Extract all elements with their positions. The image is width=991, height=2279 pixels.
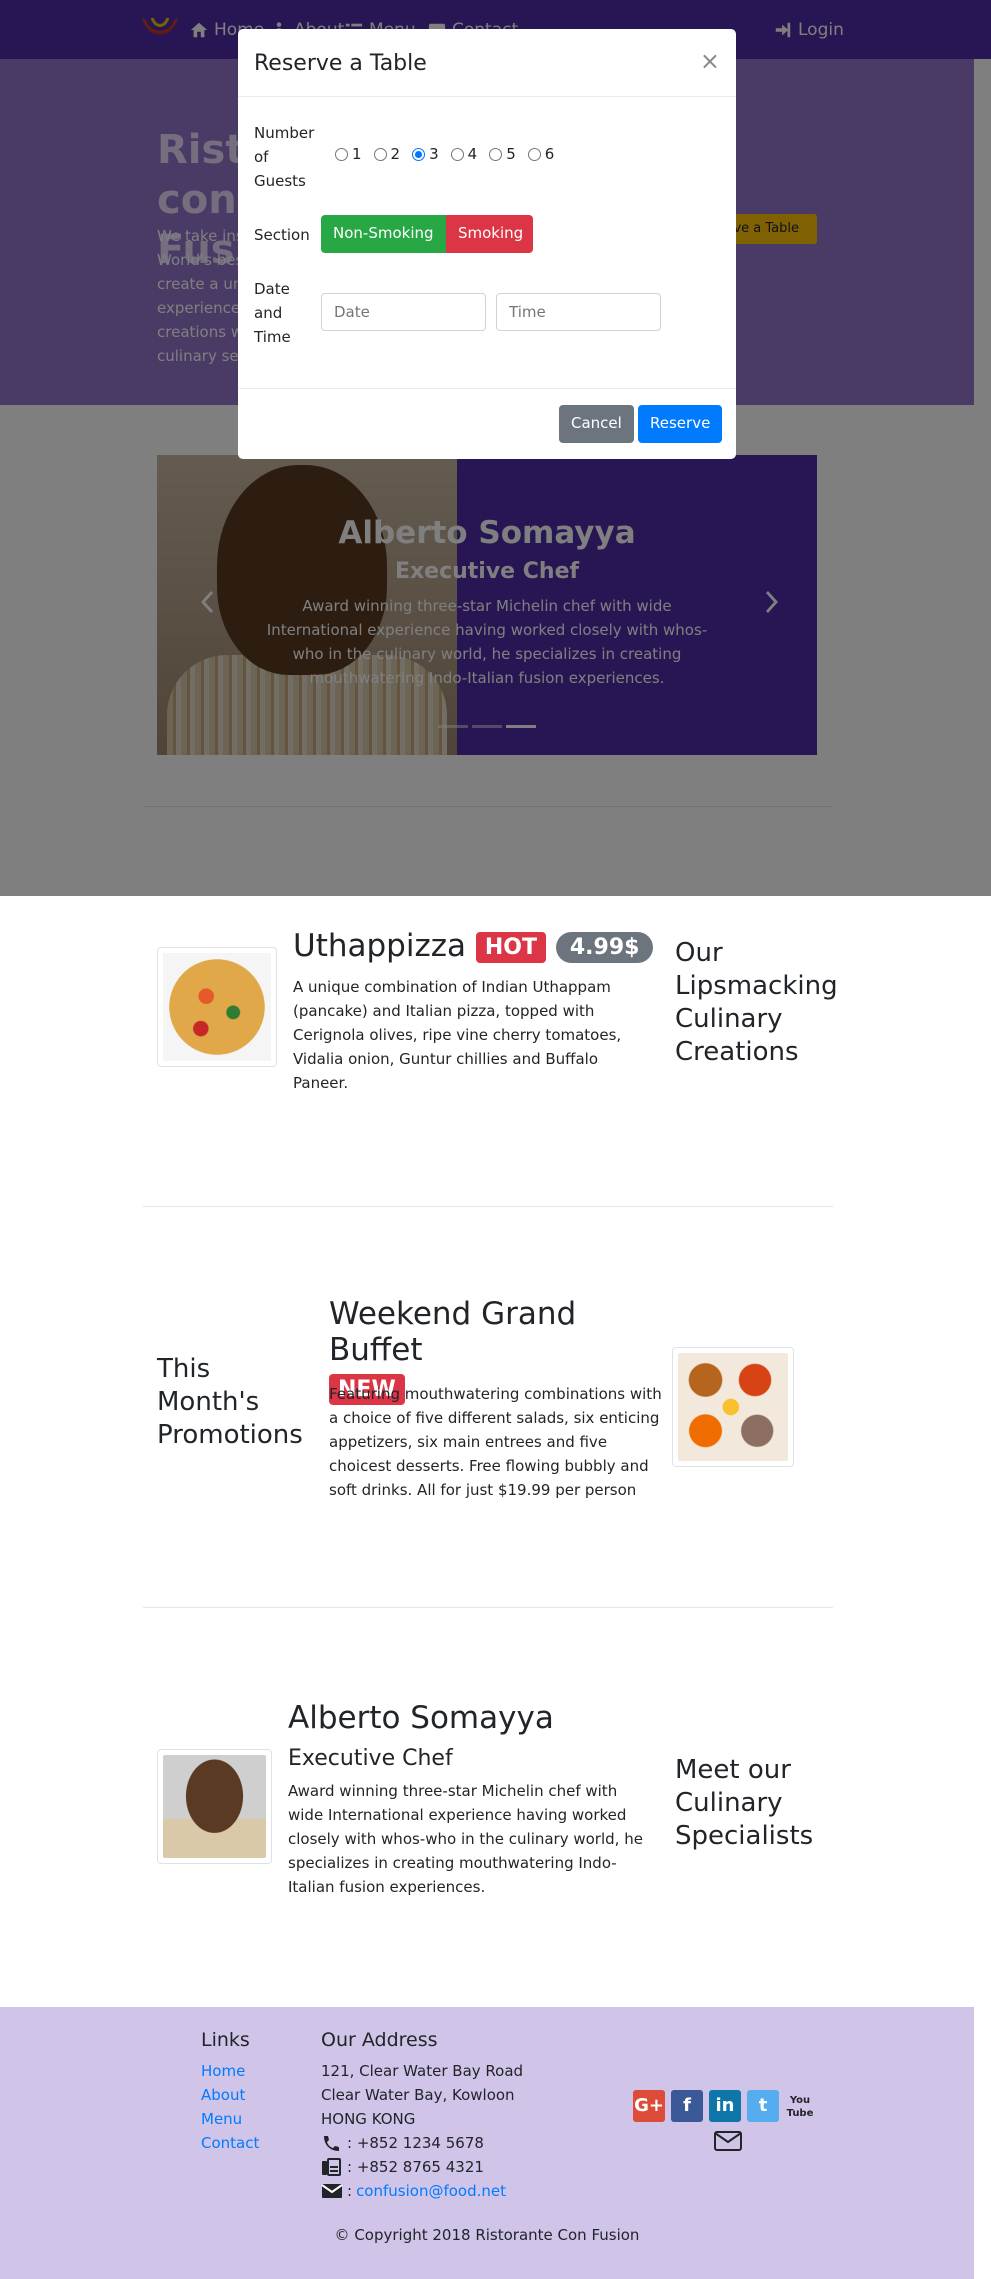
guests-label: Number of Guests [254,124,315,190]
divider [143,1607,833,1608]
email-prefix: : [347,2182,353,2200]
dish-description: A unique combination of Indian Uthappam … [293,978,622,1092]
guest-option-1[interactable]: 1 [335,145,362,163]
mail-icon[interactable] [714,2131,742,2151]
leader-description: Award winning three-star Michelin chef w… [288,1782,643,1896]
email-link[interactable]: confusion@food.net [356,2182,506,2200]
linkedin-icon[interactable]: in [709,2090,741,2122]
cancel-button[interactable]: Cancel [559,405,634,443]
promotion-name: Weekend Grand Buffet [329,1296,577,1368]
phone-icon [324,2136,339,2151]
fax-icon [322,2158,341,2176]
price-badge: 4.99$ [555,932,654,963]
time-input[interactable] [496,293,661,331]
leader-name: Alberto Somayya [288,1700,554,1736]
section-toggle-group: Non-Smoking Smoking [321,215,533,253]
twitter-icon[interactable]: t [747,2090,779,2122]
dish-title: Uthappizza HOT 4.99$ [293,928,654,964]
dish-name: Uthappizza [293,928,466,964]
leader-role: Executive Chef [288,1746,453,1771]
non-smoking-button[interactable]: Non-Smoking [321,215,446,253]
uthappizza-image [157,947,277,1067]
footer-link-home[interactable]: Home [201,2062,245,2080]
hot-badge: HOT [475,932,546,963]
radio-button[interactable] [489,147,503,161]
guest-option-label: 6 [544,145,555,163]
youtube-icon[interactable]: You Tube [785,2090,815,2122]
phone-line: : +852 1234 5678 [321,2134,484,2152]
footer-link-about[interactable]: About [201,2086,245,2104]
modal-header: Reserve a Table × [238,29,736,97]
alberto-photo [163,1755,266,1858]
radio-button[interactable] [373,147,387,161]
buffet-photo [678,1353,788,1461]
guest-option-label: 4 [467,145,478,163]
phone-number: : +852 1234 5678 [347,2134,484,2152]
date-input[interactable] [321,293,486,331]
footer-address-heading: Our Address [321,2029,438,2051]
footer-links-heading: Links [201,2029,250,2051]
footer-link-menu[interactable]: Menu [201,2110,242,2128]
envelope-icon [321,2184,343,2198]
datetime-label: Date and Time [254,280,291,346]
divider [143,1206,833,1207]
radio-button[interactable] [335,147,348,161]
guest-option-5[interactable]: 5 [489,145,516,163]
pizza-photo [163,953,271,1061]
guest-option-2[interactable]: 2 [373,145,401,163]
address-line: HONG KONG [321,2110,416,2128]
promotion-description: Featuring mouthwatering combinations wit… [329,1385,662,1499]
guest-option-6[interactable]: 6 [527,145,555,163]
promotions-section-heading: This Month's Promotions [157,1354,303,1451]
close-icon[interactable]: × [700,47,720,75]
leader-image [157,1749,272,1864]
copyright: © Copyright 2018 Ristorante Con Fusion [334,2226,640,2244]
radio-button[interactable] [527,147,541,161]
radio-button-checked[interactable] [412,147,426,161]
fax-line: : +852 8765 4321 [321,2158,484,2176]
email-line: : confusion@food.net [321,2182,506,2200]
facebook-icon[interactable]: f [671,2090,703,2122]
modal-title: Reserve a Table [254,51,427,76]
guests-radio-group: 1 2 3 4 5 6 [335,145,554,163]
modal-footer: Cancel Reserve [238,388,736,459]
address-line: 121, Clear Water Bay Road [321,2062,524,2080]
guest-option-label: 3 [429,145,439,163]
guest-option-label: 1 [352,145,362,163]
section-label: Section [254,226,310,244]
guest-option-label: 5 [506,145,516,163]
reserve-modal: Reserve a Table × Number of Guests 1 2 3… [238,29,736,459]
guest-option-label: 2 [390,145,401,163]
guest-option-4[interactable]: 4 [450,145,478,163]
reserve-button[interactable]: Reserve [638,405,723,443]
footer-link-contact[interactable]: Contact [201,2134,259,2152]
fax-number: : +852 8765 4321 [347,2158,484,2176]
smoking-button[interactable]: Smoking [446,215,533,253]
buffet-image [672,1347,794,1467]
google-plus-icon[interactable]: G+ [633,2090,665,2122]
guest-option-3[interactable]: 3 [412,145,439,163]
leaders-section-heading: Meet our Culinary Specialists [675,1755,814,1852]
dishes-section-heading: Our Lipsmacking Culinary Creations [675,938,838,1068]
address-line: Clear Water Bay, Kowloon [321,2086,515,2104]
radio-button[interactable] [450,147,464,161]
